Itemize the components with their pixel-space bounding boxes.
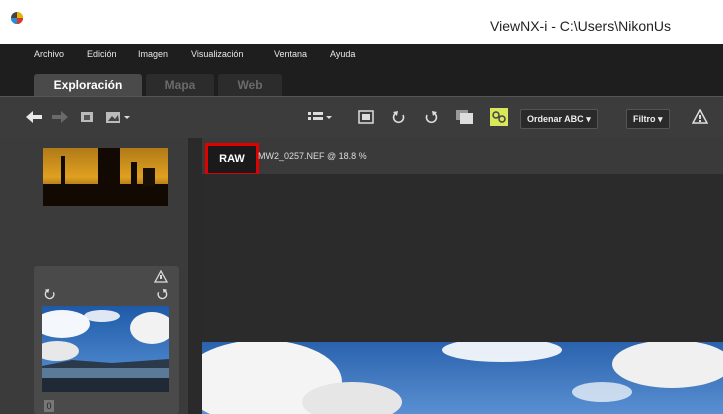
single-view-icon[interactable] [358,110,374,124]
toolbar: Ordenar ABC ▾ Filtro ▾ [0,96,723,139]
back-arrow-icon[interactable] [26,111,42,123]
filter-chevron-icon: ▾ [658,114,663,124]
image-dropdown-icon[interactable] [106,110,132,124]
menu-imagen[interactable]: Imagen [138,49,168,59]
card-rotate-left-icon[interactable] [44,288,56,300]
thumbnail-sky-image[interactable] [42,306,169,392]
filter-button[interactable]: Filtro ▾ [626,109,670,129]
list-view-icon[interactable] [308,110,334,124]
thumbnail-count-badge: 0 [44,400,54,412]
sort-label: Ordenar ABC [527,114,584,124]
selected-thumbnail-card[interactable] [34,266,179,414]
workspace-tabs: Exploración Mapa Web [0,66,723,96]
image-viewer[interactable] [202,174,723,414]
warning-icon[interactable] [692,109,708,125]
folder-icon[interactable] [80,110,94,124]
thumbnail-sunset-image[interactable] [43,148,168,206]
menu-visualizacion[interactable]: Visualización [191,49,243,59]
compare-icon[interactable] [456,110,474,124]
tab-mapa[interactable]: Mapa [146,74,214,96]
filter-label: Filtro [633,114,656,124]
file-name-zoom: MW2_0257.NEF @ 18.8 % [258,151,367,161]
window-title: ViewNX-i - C:\Users\NikonUs [490,18,671,34]
sync-icon[interactable] [490,108,508,126]
rotate-right-icon[interactable] [424,110,438,124]
title-bar: ViewNX-i - C:\Users\NikonUs [0,0,723,44]
raw-format-badge: RAW [205,143,259,176]
forward-arrow-icon[interactable] [52,111,68,123]
sidebar-scrollbar[interactable] [188,138,202,414]
preview-sky-image [202,342,723,414]
menu-ayuda[interactable]: Ayuda [330,49,355,59]
app-logo-icon [11,12,23,24]
card-rotate-right-icon[interactable] [156,288,168,300]
sort-chevron-icon: ▾ [586,114,591,124]
card-warning-icon [154,270,168,283]
menu-ventana[interactable]: Ventana [274,49,307,59]
tab-exploracion[interactable]: Exploración [34,74,142,96]
menu-archivo[interactable]: Archivo [34,49,64,59]
rotate-left-icon[interactable] [392,110,406,124]
menu-edicion[interactable]: Edición [87,49,117,59]
menu-bar: Archivo Edición Imagen Visualización Ven… [0,44,723,66]
sort-button[interactable]: Ordenar ABC ▾ [520,109,598,129]
tab-web[interactable]: Web [218,74,282,96]
